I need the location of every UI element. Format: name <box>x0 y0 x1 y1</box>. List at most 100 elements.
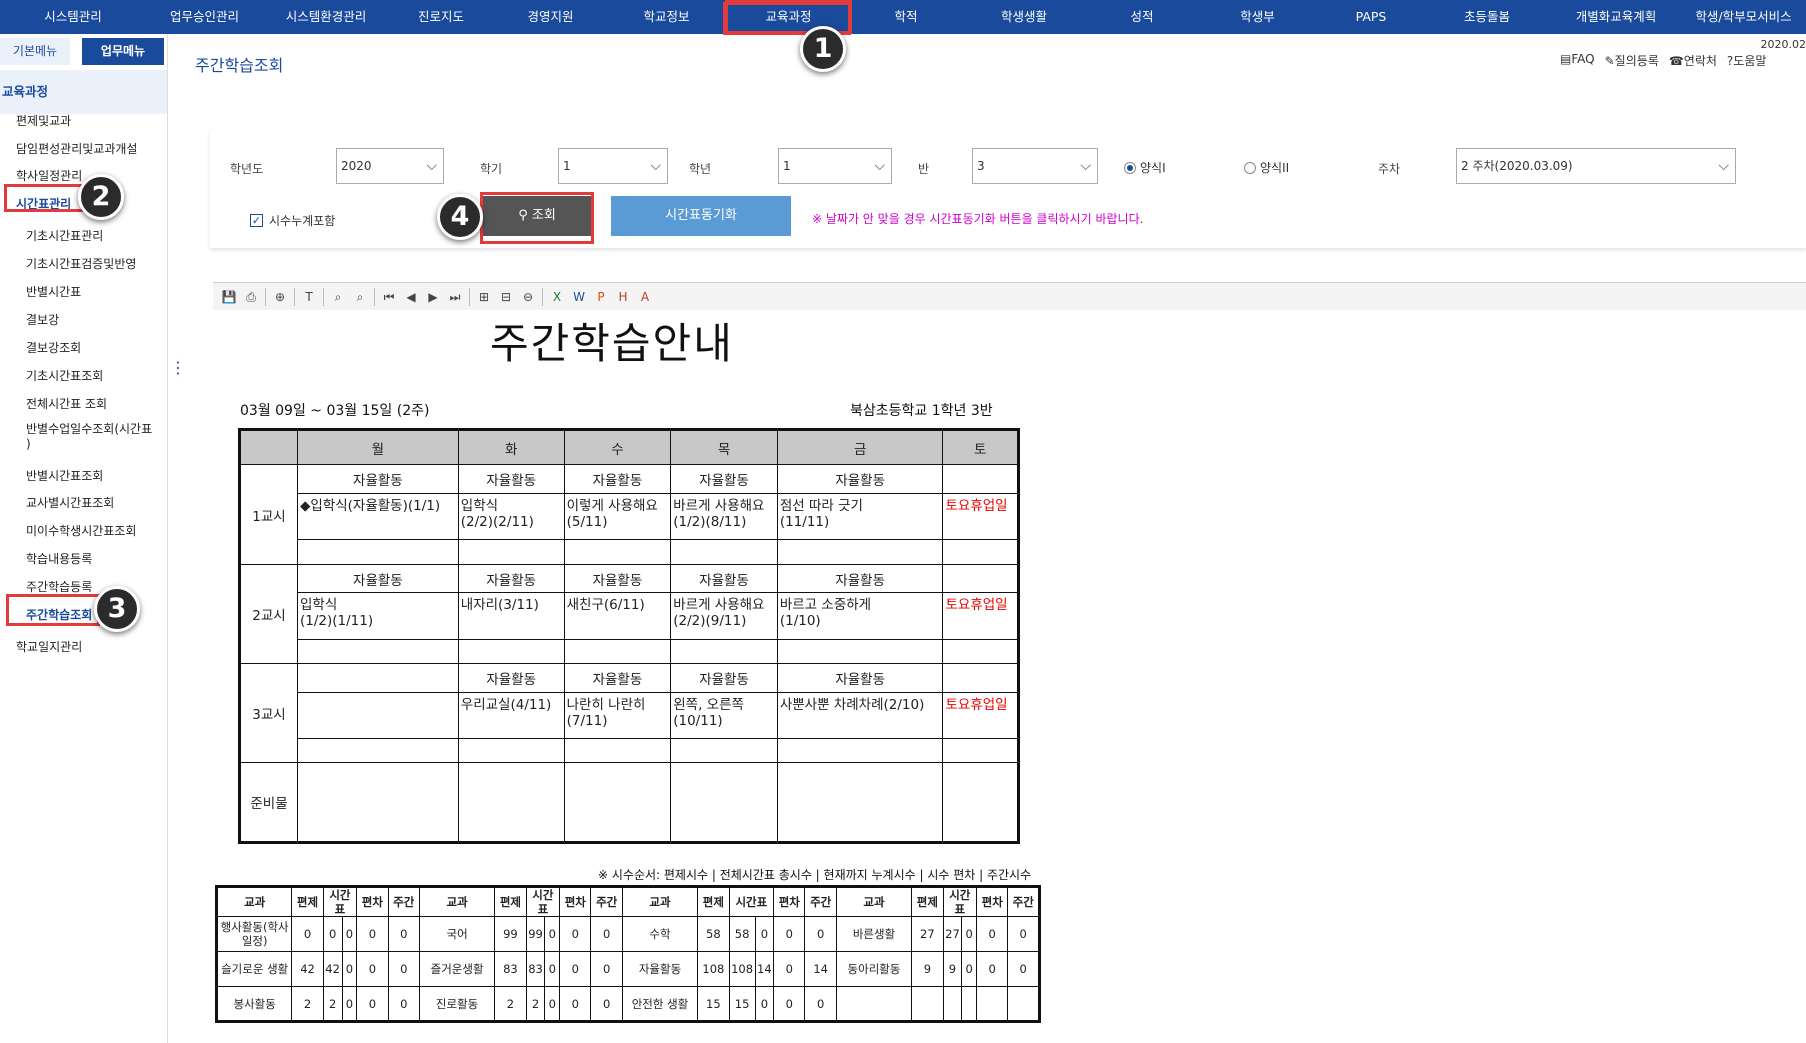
include-cumulative-checkbox[interactable]: ✓ 시수누계포함 <box>250 212 335 229</box>
activity-cell: 자율활동 <box>563 663 672 693</box>
deviation-header: 편차 <box>559 886 592 917</box>
sidebar-item[interactable]: 반별수업일수조회(시간표 ) <box>26 422 152 452</box>
print-icon[interactable]: ⎙ <box>243 289 259 305</box>
lesson-cell: 사뿐사뿐 차례차례(2/10) <box>776 691 944 740</box>
report-toolbar: 💾 ⎙ ⊕ T ⌕ ⌕ ⏮ ◀ ▶ ⏭ ⊞ ⊟ ⊖ X W P H A <box>213 282 1806 310</box>
empty-cell <box>670 539 778 565</box>
pdf-export-icon[interactable]: A <box>637 289 653 305</box>
page-title: 주간학습조회 <box>195 56 284 75</box>
prev-page-icon[interactable]: ◀ <box>403 289 419 305</box>
sidebar-item[interactable]: 반별시간표 <box>26 283 81 300</box>
nav-item[interactable]: 학생/학부모서비스 <box>1681 0 1806 34</box>
find-next-icon[interactable]: ⌕ <box>352 289 368 305</box>
contact-link[interactable]: ☎연락처 <box>1669 52 1717 69</box>
sidebar-item[interactable]: 담임편성관리및교과개설 <box>16 140 137 157</box>
next-page-icon[interactable]: ▶ <box>425 289 441 305</box>
hours-cell: 0 <box>356 951 389 987</box>
nav-item[interactable]: 시스템환경관리 <box>263 0 389 34</box>
hours-cell: 0 <box>387 951 420 987</box>
prep-cell <box>457 762 565 843</box>
term-select[interactable]: 1 ⌵ <box>558 148 668 184</box>
lesson-cell: 왼쪽, 오른쪽 (10/11) <box>670 691 778 740</box>
sidebar-item[interactable]: 기초시간표조회 <box>26 367 103 384</box>
tab-work-menu[interactable]: 업무메뉴 <box>82 38 164 65</box>
zoom-out-icon[interactable]: ⊖ <box>520 289 536 305</box>
hours-summary-table: 교과 편제 시간표 편차 주간 교과 편제 시간표 편차 주간 교과 편제 시간표 편차 주간 교과 편제 시간표… <box>215 885 1041 1023</box>
sidebar-resize-handle[interactable]: ⋮ <box>170 360 186 386</box>
sidebar-item[interactable]: 미이수학생시간표조회 <box>26 522 136 539</box>
activity-cell: 자율활동 <box>297 464 459 495</box>
help-link[interactable]: ?도움말 <box>1727 52 1767 69</box>
nav-item[interactable]: 개별화교육계획 <box>1551 0 1681 34</box>
excel-export-icon[interactable]: X <box>549 289 565 305</box>
activity-cell <box>297 663 459 693</box>
grade-select[interactable]: 1 ⌵ <box>778 148 892 184</box>
word-export-icon[interactable]: W <box>571 289 587 305</box>
hwp-export-icon[interactable]: H <box>615 289 631 305</box>
zoom-fit-icon[interactable]: ⊟ <box>498 289 514 305</box>
year-select[interactable]: 2020 ⌵ <box>336 148 444 184</box>
save-icon[interactable]: 💾 <box>221 289 237 305</box>
sidebar-item[interactable]: 결보강조회 <box>26 339 81 356</box>
tab-basic-menu[interactable]: 기본메뉴 <box>0 38 70 65</box>
subject-header: 교과 <box>835 886 913 917</box>
empty-cell <box>563 539 672 565</box>
nav-item[interactable]: 경영지원 <box>493 0 608 34</box>
activity-cell: 자율활동 <box>670 663 778 693</box>
nav-item[interactable]: 성적 <box>1088 0 1196 34</box>
sidebar-item[interactable]: 기초시간표검증및반영 <box>26 255 136 272</box>
powerpoint-export-icon[interactable]: P <box>593 289 609 305</box>
hours-cell: 봉사활동 <box>215 986 293 1022</box>
sidebar-item[interactable]: 전체시간표 조회 <box>26 395 107 412</box>
sidebar-item[interactable]: 학사일정관리 <box>16 167 82 184</box>
hours-cell: 2 <box>322 986 343 1022</box>
nav-item[interactable]: 초등돌봄 <box>1423 0 1551 34</box>
faq-link[interactable]: ▤FAQ <box>1560 52 1595 69</box>
sidebar-item[interactable]: 주간학습등록 <box>26 578 92 595</box>
nav-item[interactable]: 학적 <box>852 0 960 34</box>
hours-cell: 0 <box>590 916 623 952</box>
timetable-sync-button[interactable]: 시간표동기화 <box>611 196 791 236</box>
hours-cell: 0 <box>559 986 592 1022</box>
sidebar-item[interactable]: 편제및교과 <box>16 112 71 129</box>
empty-cell <box>670 738 778 764</box>
nav-item[interactable]: 학교정보 <box>608 0 725 34</box>
zoom-in-icon[interactable]: ⊞ <box>476 289 492 305</box>
sidebar-item[interactable]: 학습내용등록 <box>26 550 92 567</box>
last-page-icon[interactable]: ⏭ <box>447 289 463 305</box>
zoom-icon[interactable]: ⊕ <box>272 289 288 305</box>
nav-item[interactable]: 학생부 <box>1196 0 1319 34</box>
curriculum-header: 편제 <box>697 886 730 917</box>
nav-item[interactable]: 학생생활 <box>960 0 1088 34</box>
find-icon[interactable]: ⌕ <box>330 289 346 305</box>
text-icon[interactable]: T <box>301 289 317 305</box>
toolbar-divider <box>265 287 266 306</box>
weekly-timetable: 월 화 수 목 금 토 1교시 자율활동 자율활동 자율활동 자율활동 자율활동 ◆입학식(자율활동)(… <box>238 428 1020 844</box>
format-1-radio[interactable]: 양식I <box>1124 159 1166 176</box>
nav-item[interactable]: PAPS <box>1319 0 1423 34</box>
hours-cell: 27 <box>911 916 944 952</box>
sidebar-item[interactable]: 기초시간표관리 <box>26 227 103 244</box>
hours-cell: 14 <box>754 951 775 987</box>
sidebar-item[interactable]: 결보강 <box>26 311 59 328</box>
hours-cell: 83 <box>494 951 527 987</box>
prep-cell <box>297 762 459 843</box>
activity-cell: 자율활동 <box>563 464 672 495</box>
week-select[interactable]: 2 주차(2020.03.09) ⌵ <box>1456 148 1736 184</box>
nav-item[interactable]: 업무승인관리 <box>146 0 263 34</box>
sidebar-item[interactable]: 학교일지관리 <box>16 638 82 655</box>
format-2-radio[interactable]: 양식II <box>1244 159 1289 176</box>
first-page-icon[interactable]: ⏮ <box>381 289 397 305</box>
lesson-cell: 토요휴업일 <box>942 493 1019 541</box>
class-select[interactable]: 3 ⌵ <box>972 148 1098 184</box>
nav-item[interactable]: 시스템관리 <box>0 0 146 34</box>
sidebar-item[interactable]: 반별시간표조회 <box>26 467 103 484</box>
subject-header: 교과 <box>418 886 496 917</box>
inquiry-link[interactable]: ✎질의등록 <box>1605 52 1659 69</box>
hours-cell: 0 <box>590 951 623 987</box>
hours-cell: 58 <box>697 916 730 952</box>
hours-cell: 즐거운생활 <box>418 951 496 987</box>
activity-row: 1교시 자율활동 자율활동 자율활동 자율활동 자율활동 <box>239 464 1019 565</box>
nav-item[interactable]: 진로지도 <box>389 0 493 34</box>
sidebar-item[interactable]: 교사별시간표조회 <box>26 494 114 511</box>
